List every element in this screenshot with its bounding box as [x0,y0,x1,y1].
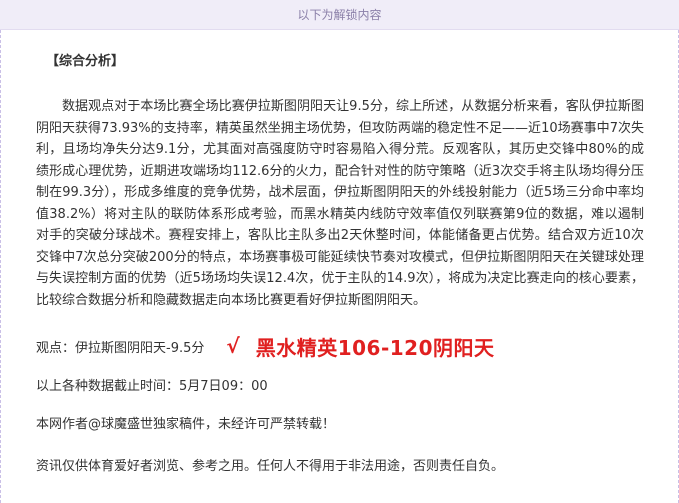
viewpoint-label: 观点：伊拉斯图阴阳天-9.5分 [36,340,205,356]
article-content: 【综合分析】 数据观点对于本场比赛全场比赛伊拉斯图阴阳天让9.5分，综上所述，从… [36,52,644,477]
viewpoint-result: 黑水精英106-120阴阳天 [255,335,495,360]
viewpoint-line: 观点：伊拉斯图阴阳天-9.5分 √ 黑水精英106-120阴阳天 [36,331,644,361]
disclaimer: 资讯仅供体育爱好者浏览、参考之用。任何人不得用于非法用途，否则责任自负。 [36,459,505,474]
data-cutoff-time: 以上各种数据截止时间：5月7日09：00 [36,379,268,394]
analysis-paragraph: 数据观点对于本场比赛全场比赛伊拉斯图阴阳天让9.5分，综上所述，从数据分析来看，… [36,99,644,308]
unlock-banner-label: 以下为解锁内容 [297,8,382,22]
check-mark-icon: √ [226,334,240,358]
author-note: 本网作者@球魔盛世独家稿件，未经许可严禁转载！ [36,417,336,432]
unlock-banner: 以下为解锁内容 [0,0,679,30]
section-title: 【综合分析】 [46,54,125,69]
